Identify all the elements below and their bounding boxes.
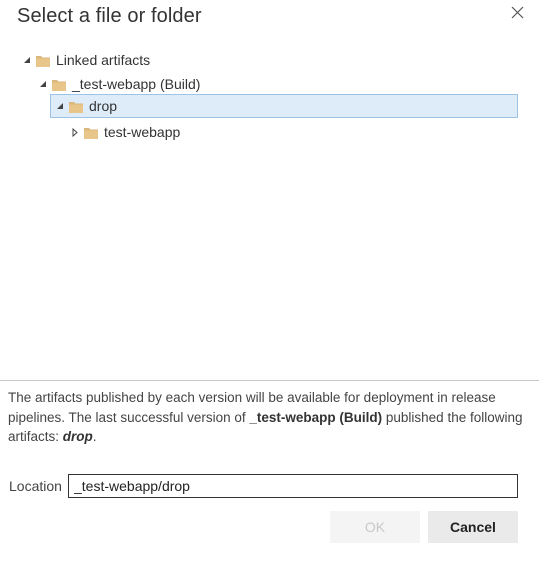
expand-triangle-icon[interactable] bbox=[70, 120, 80, 144]
folder-icon bbox=[84, 126, 98, 139]
collapse-triangle-icon[interactable] bbox=[22, 48, 32, 72]
folder-icon bbox=[36, 54, 50, 67]
info-text: The artifacts published by each version … bbox=[8, 388, 528, 447]
cancel-button[interactable]: Cancel bbox=[428, 511, 518, 543]
select-file-dialog: Select a file or folder Linked artifacts bbox=[0, 0, 539, 566]
location-label: Location bbox=[9, 478, 62, 494]
artifact-tree: Linked artifacts _test-webapp (Build) dr… bbox=[0, 48, 539, 378]
location-input[interactable] bbox=[68, 474, 518, 498]
dialog-title: Select a file or folder bbox=[17, 5, 202, 27]
tree-item-test-webapp[interactable]: test-webapp bbox=[70, 120, 180, 144]
folder-icon bbox=[52, 78, 66, 91]
close-icon[interactable] bbox=[509, 4, 527, 22]
collapse-triangle-icon[interactable] bbox=[38, 72, 48, 96]
collapse-triangle-icon[interactable] bbox=[55, 94, 65, 118]
info-text-part: . bbox=[92, 429, 97, 444]
divider bbox=[0, 380, 539, 381]
tree-item-linked-artifacts[interactable]: Linked artifacts bbox=[22, 48, 150, 72]
folder-icon bbox=[69, 100, 83, 113]
build-name: _test-webapp (Build) bbox=[249, 409, 383, 425]
tree-item-label: _test-webapp (Build) bbox=[72, 76, 201, 92]
tree-item-drop[interactable]: drop bbox=[50, 94, 518, 118]
ok-button[interactable]: OK bbox=[330, 511, 420, 543]
tree-item-test-webapp-build[interactable]: _test-webapp (Build) bbox=[38, 72, 200, 96]
tree-item-label: drop bbox=[89, 98, 118, 114]
artifact-names: drop bbox=[62, 429, 93, 444]
tree-item-label: Linked artifacts bbox=[56, 52, 151, 68]
tree-item-label: test-webapp bbox=[104, 124, 181, 140]
